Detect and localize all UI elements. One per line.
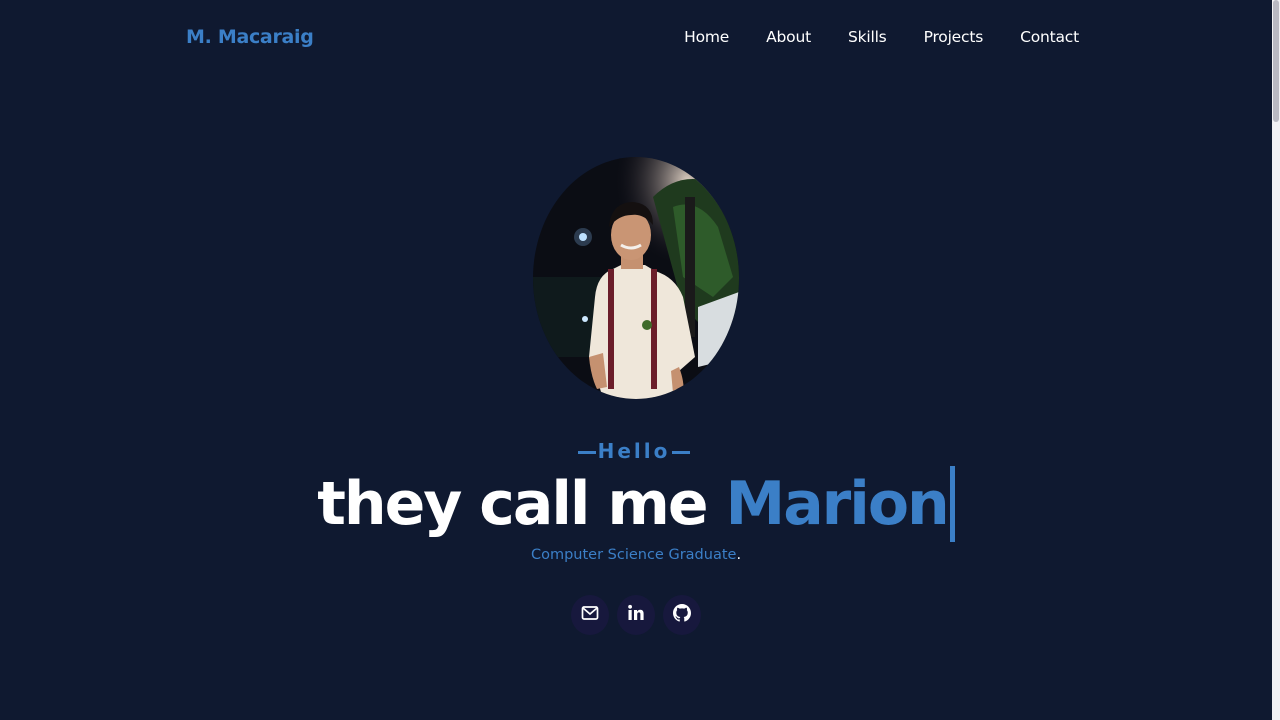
scrollbar-thumb[interactable]: [1273, 0, 1279, 122]
nav-link-contact[interactable]: Contact: [1020, 25, 1079, 49]
subtitle-text: Computer Science Graduate: [530, 547, 737, 563]
main-nav: Home About Skills Projects Contact: [684, 25, 1079, 49]
github-icon: [673, 604, 691, 626]
headline-prefix: they call me: [317, 469, 726, 539]
nav-link-about[interactable]: About: [766, 25, 811, 49]
github-button[interactable]: [663, 595, 701, 635]
portfolio-page: M. Macaraig Home About Skills Projects C…: [0, 0, 1280, 720]
mail-icon: [581, 605, 599, 625]
profile-photo: [533, 157, 739, 399]
hero-subtitle: Computer Science Graduate.: [0, 545, 1272, 565]
nav-link-home[interactable]: Home: [684, 25, 729, 49]
subtitle-period: .: [736, 547, 742, 563]
hello-dash-left: [577, 451, 596, 454]
typing-caret: [949, 466, 955, 542]
page-scrollbar[interactable]: [1272, 0, 1280, 720]
hello-dash-right: [672, 451, 691, 454]
hero-headline: they call me Marion: [0, 466, 1272, 542]
social-links: [571, 595, 701, 635]
email-button[interactable]: [571, 595, 609, 635]
linkedin-icon: [627, 604, 645, 626]
nav-link-projects[interactable]: Projects: [924, 25, 984, 49]
site-logo[interactable]: M. Macaraig: [186, 23, 314, 51]
linkedin-button[interactable]: [617, 595, 655, 635]
nav-link-skills[interactable]: Skills: [848, 25, 887, 49]
hello-text: Hello: [597, 439, 671, 463]
headline-name: Marion: [725, 469, 949, 539]
hello-greeting: Hello: [0, 437, 1268, 465]
